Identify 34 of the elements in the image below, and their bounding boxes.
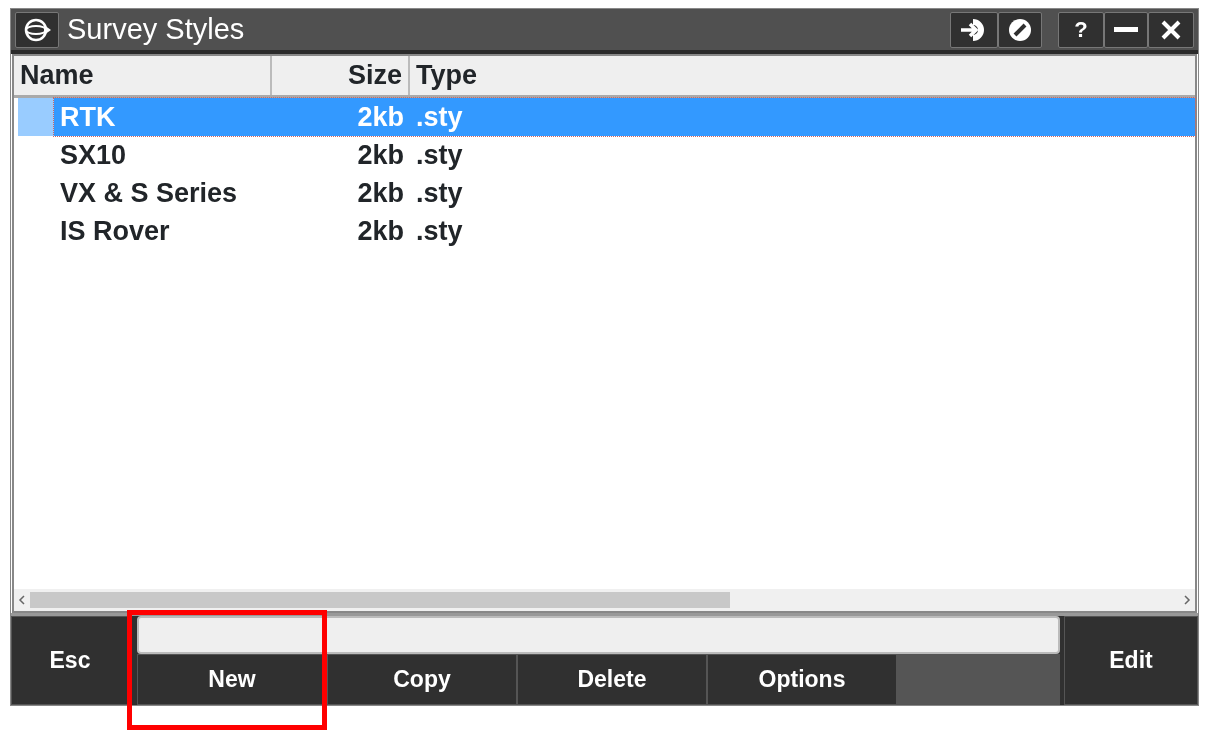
softkey-button[interactable]: Options xyxy=(707,654,897,705)
table-cell-text: 2kb xyxy=(356,100,405,134)
table-cell-text: SX10 xyxy=(59,138,128,172)
minimize-icon[interactable] xyxy=(1104,11,1148,48)
scroll-right-icon[interactable] xyxy=(1183,595,1191,605)
table-cell-text: .sty xyxy=(415,100,464,134)
table-cell-text: RTK xyxy=(59,100,117,134)
column-header[interactable]: Type xyxy=(410,56,1195,95)
table-cell-text: .sty xyxy=(415,214,464,248)
table-cell-text: 2kb xyxy=(356,176,405,210)
table-cell-text: .sty xyxy=(415,176,464,210)
list-row[interactable]: VX & S Series 2kb .sty xyxy=(54,174,1195,212)
app-logo-icon[interactable] xyxy=(15,11,59,48)
table-cell-text: 2kb xyxy=(356,138,405,172)
scroll-left-icon[interactable] xyxy=(18,595,26,605)
input-field[interactable] xyxy=(137,616,1060,654)
column-header[interactable]: Name xyxy=(14,56,272,95)
table-cell-text: IS Rover xyxy=(59,214,171,248)
table-cell-text: 2kb xyxy=(356,214,405,248)
list-row[interactable]: SX10 2kb .sty xyxy=(54,136,1195,174)
close-icon[interactable] xyxy=(1148,11,1194,48)
softkey-button[interactable]: Copy xyxy=(327,654,517,705)
row-marker xyxy=(18,98,54,136)
column-header[interactable]: Size xyxy=(272,56,410,95)
scrollbar-thumb[interactable] xyxy=(30,592,730,608)
list-row[interactable]: IS Rover 2kb .sty xyxy=(54,212,1195,250)
table-cell-text: .sty xyxy=(415,138,464,172)
esc-button[interactable]: Esc xyxy=(11,616,129,705)
window-title: Survey Styles xyxy=(67,15,245,44)
table-cell-text: VX & S Series xyxy=(59,176,239,210)
edit-button[interactable]: Edit xyxy=(1064,616,1198,705)
softkey-button[interactable]: Delete xyxy=(517,654,707,705)
help-button[interactable]: ? xyxy=(1058,11,1104,48)
no-entry-icon[interactable] xyxy=(998,11,1042,48)
